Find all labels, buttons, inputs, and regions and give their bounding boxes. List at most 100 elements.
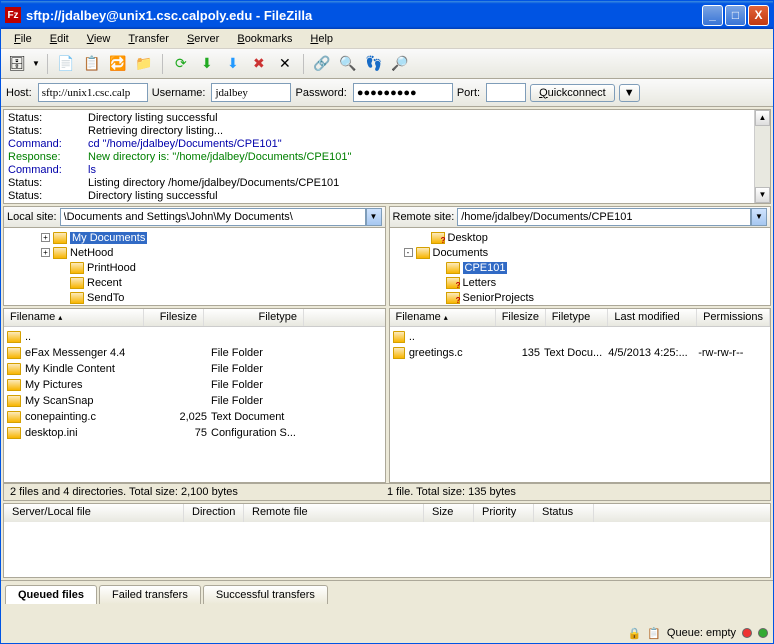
file-type: File Folder (211, 347, 321, 359)
dropdown-icon[interactable]: ▼ (32, 59, 40, 68)
expand-icon[interactable]: - (404, 248, 413, 257)
column-header[interactable]: Filetype (204, 309, 304, 326)
menu-file[interactable]: File (6, 31, 40, 47)
find-icon[interactable]: 🔎 (389, 53, 411, 75)
tree-item[interactable]: Recent (6, 275, 383, 290)
remote-status: 1 file. Total size: 135 bytes (387, 486, 764, 498)
quickconnect-button[interactable]: Quickconnect (530, 84, 615, 102)
tree-item[interactable]: SeniorProjects (392, 290, 769, 305)
folder-icon (446, 262, 460, 274)
remote-path-input[interactable] (457, 208, 751, 226)
column-header[interactable]: Priority (474, 504, 534, 522)
file-row[interactable]: conepainting.c 2,025 Text Document (7, 409, 382, 425)
local-file-list[interactable]: Filename ▴FilesizeFiletype .. eFax Messe… (3, 308, 386, 483)
minimize-button[interactable]: _ (702, 5, 723, 26)
file-row[interactable]: .. (393, 329, 768, 345)
file-name: eFax Messenger 4.4 (25, 347, 143, 359)
tree-item[interactable]: - Documents (392, 245, 769, 260)
file-row[interactable]: .. (7, 329, 382, 345)
menu-edit[interactable]: Edit (42, 31, 77, 47)
disconnect-icon[interactable]: ✕ (274, 53, 296, 75)
file-type: File Folder (211, 363, 321, 375)
file-row[interactable]: eFax Messenger 4.4 File Folder (7, 345, 382, 361)
file-row[interactable]: My ScanSnap File Folder (7, 393, 382, 409)
toggle-tree-icon[interactable]: 📋 (81, 53, 103, 75)
local-path-input[interactable] (60, 208, 366, 226)
file-row[interactable]: greetings.c 135 Text Docu... 4/5/2013 4:… (393, 345, 768, 361)
log-line: Status:Retrieving directory listing... (8, 125, 766, 138)
menu-server[interactable]: Server (179, 31, 227, 47)
process-queue-icon[interactable]: ⬇ (196, 53, 218, 75)
tab-successful-transfers[interactable]: Successful transfers (203, 585, 328, 604)
tree-item[interactable]: Desktop (392, 230, 769, 245)
menu-transfer[interactable]: Transfer (120, 31, 177, 47)
host-input[interactable] (38, 83, 148, 102)
column-header[interactable]: Status (534, 504, 594, 522)
reconnect-icon[interactable]: 🔗 (311, 53, 333, 75)
tree-item[interactable]: Letters (392, 275, 769, 290)
quickconnect-dropdown-button[interactable]: ▼ (619, 84, 640, 102)
scroll-down-icon[interactable]: ▼ (755, 187, 770, 203)
log-line: Status:Listing directory /home/jdalbey/D… (8, 177, 766, 190)
port-input[interactable] (486, 83, 526, 102)
user-label: Username: (152, 87, 206, 99)
dropdown-icon[interactable]: ▼ (751, 208, 767, 226)
expand-icon[interactable]: + (41, 248, 50, 257)
file-row[interactable]: desktop.ini 75 Configuration S... (7, 425, 382, 441)
tree-item[interactable]: PrintHood (6, 260, 383, 275)
toolbar-icon[interactable]: 📁 (133, 53, 155, 75)
column-header[interactable]: Filename ▴ (390, 309, 496, 326)
scroll-up-icon[interactable]: ▲ (755, 110, 770, 126)
column-header[interactable]: Direction (184, 504, 244, 522)
local-tree[interactable]: + My Documents + NetHood PrintHood Recen… (3, 228, 386, 306)
menu-bar: File Edit View Transfer Server Bookmarks… (1, 29, 773, 49)
filter-icon[interactable]: 👣 (363, 53, 385, 75)
scrollbar[interactable]: ▲ ▼ (754, 110, 770, 203)
file-row[interactable]: My Pictures File Folder (7, 377, 382, 393)
column-header[interactable]: Permissions (697, 309, 770, 326)
dropdown-icon[interactable]: ▼ (366, 208, 382, 226)
close-button[interactable]: X (748, 5, 769, 26)
remote-tree[interactable]: Desktop - Documents CPE101 Letters Senio… (389, 228, 772, 306)
cancel-icon[interactable]: ✖ (248, 53, 270, 75)
column-header[interactable]: Filesize (144, 309, 204, 326)
tab-queued-files[interactable]: Queued files (5, 585, 97, 604)
menu-help[interactable]: Help (302, 31, 341, 47)
column-header[interactable]: Server/Local file (4, 504, 184, 522)
toolbar-icon[interactable]: ⬇ (222, 53, 244, 75)
quickconnect-bar: Host: Username: Password: Port: Quickcon… (1, 79, 773, 107)
tree-item[interactable]: + My Documents (6, 230, 383, 245)
column-header[interactable]: Filename ▴ (4, 309, 144, 326)
remote-file-list[interactable]: Filename ▴FilesizeFiletypeLast modifiedP… (389, 308, 772, 483)
tree-item[interactable]: CPE101 (392, 260, 769, 275)
column-header[interactable]: Filesize (496, 309, 546, 326)
transfer-queue[interactable]: Server/Local fileDirectionRemote fileSiz… (3, 503, 771, 578)
menu-view[interactable]: View (79, 31, 119, 47)
password-input[interactable] (353, 83, 453, 102)
toggle-queue-icon[interactable]: 🔁 (107, 53, 129, 75)
file-modified: 4/5/2013 4:25:... (608, 347, 694, 359)
folder-icon (446, 292, 460, 304)
menu-bookmarks[interactable]: Bookmarks (229, 31, 300, 47)
file-row[interactable]: My Kindle Content File Folder (7, 361, 382, 377)
expand-icon[interactable]: + (41, 233, 50, 242)
tree-label: Desktop (448, 232, 488, 244)
message-log[interactable]: Status:Directory listing successfulStatu… (3, 109, 771, 204)
compare-icon[interactable]: 🔍 (337, 53, 359, 75)
column-header[interactable]: Filetype (546, 309, 609, 326)
column-header[interactable]: Size (424, 504, 474, 522)
tree-item[interactable]: + NetHood (6, 245, 383, 260)
toggle-log-icon[interactable]: 📄 (55, 53, 77, 75)
tree-item[interactable]: SendTo (6, 290, 383, 305)
refresh-icon[interactable]: ⟳ (170, 53, 192, 75)
local-status: 2 files and 4 directories. Total size: 2… (10, 486, 387, 498)
site-manager-icon[interactable]: 🗄 (6, 53, 28, 75)
column-header[interactable]: Remote file (244, 504, 424, 522)
file-name: .. (25, 331, 143, 343)
tab-failed-transfers[interactable]: Failed transfers (99, 585, 201, 604)
file-icon (7, 411, 21, 423)
maximize-button[interactable]: □ (725, 5, 746, 26)
status-dot-icon (758, 628, 768, 638)
username-input[interactable] (211, 83, 291, 102)
column-header[interactable]: Last modified (608, 309, 697, 326)
